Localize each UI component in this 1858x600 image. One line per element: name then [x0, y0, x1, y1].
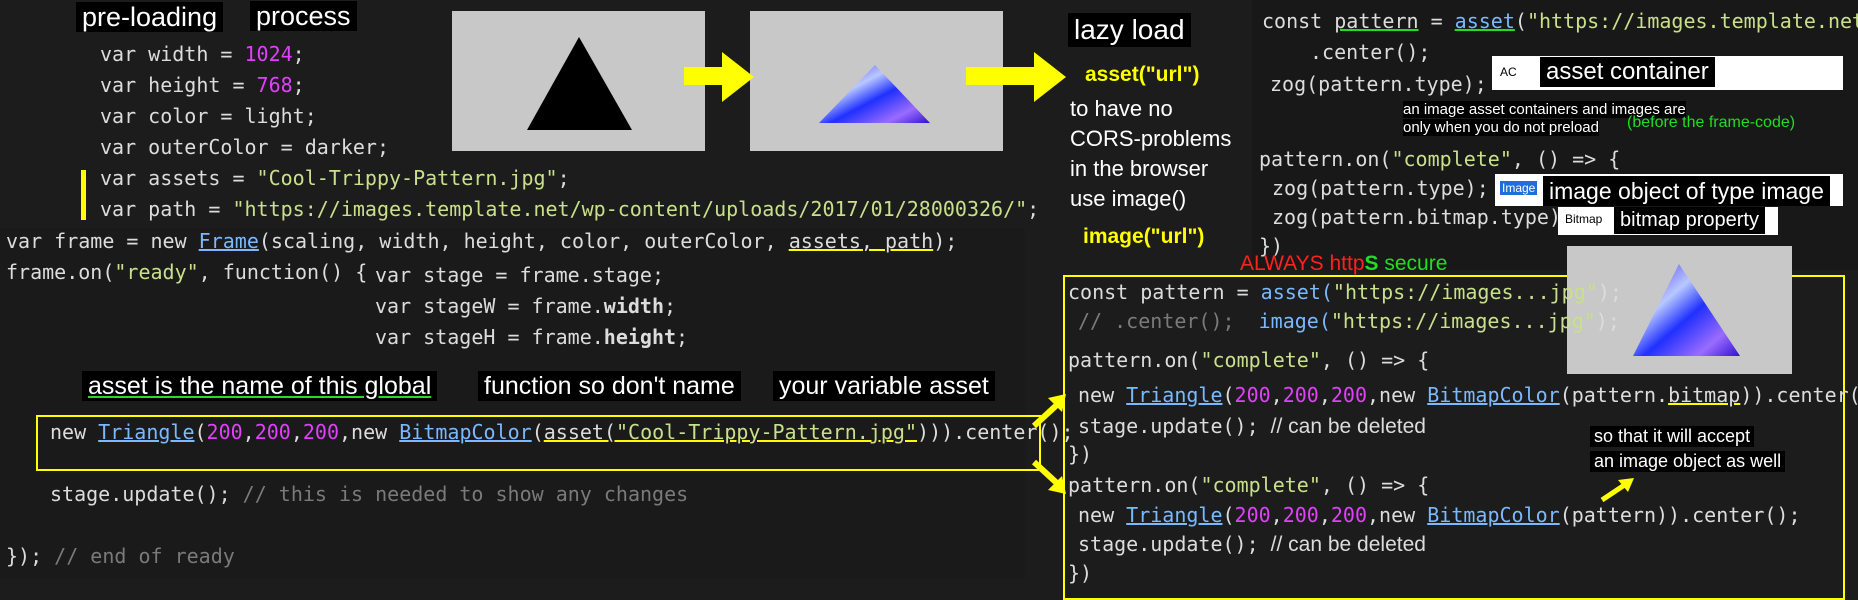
- ac-tag: AC: [1500, 65, 1517, 79]
- no-cors-text-3: in the browser: [1070, 156, 1209, 181]
- code-width: var width = 1024;: [100, 42, 305, 66]
- arrow-right-icon: [966, 52, 1066, 102]
- code-outer-color: var outerColor = darker;: [100, 135, 389, 159]
- rcode-line2: .center();: [1310, 40, 1431, 64]
- arrow-right-icon: [684, 52, 754, 102]
- rcode-line4: pattern.on("complete", () => {: [1259, 147, 1621, 171]
- black-triangle-image: [452, 11, 705, 151]
- triangle-shape: [527, 37, 632, 130]
- code-assets: var assets = "Cool-Trippy-Pattern.jpg";: [100, 166, 570, 190]
- your-variable-label: your variable asset: [773, 371, 995, 401]
- function-label: function so don't name: [478, 371, 741, 401]
- lcode-line9: stage.update(); // can be deleted: [1078, 532, 1426, 556]
- code-color: var color = light;: [100, 104, 317, 128]
- lcode-line5: stage.update(); // can be deleted: [1078, 414, 1426, 438]
- image-tag: Image: [1500, 181, 1538, 195]
- code-end: }); // end of ready: [6, 544, 235, 568]
- bitmap-tag: Bitmap: [1565, 212, 1603, 226]
- rcode-line3: zog(pattern.type);: [1270, 72, 1487, 96]
- arrow-up-right-icon: [1031, 394, 1066, 429]
- always-https-note: ALWAYS httpS secure: [1240, 252, 1448, 275]
- image-url-label: image("url"): [1083, 225, 1205, 248]
- asset-url-label: asset("url"): [1085, 63, 1200, 86]
- code-update: stage.update(); // this is needed to sho…: [50, 482, 689, 506]
- arrow-up-right-icon: [1600, 478, 1634, 503]
- code-path: var path = "https://images.template.net/…: [100, 197, 1040, 221]
- code-stagew: var stageW = frame.width;: [375, 294, 677, 318]
- rcode-line6: zog(pattern.bitmap.type);: [1272, 205, 1574, 229]
- lcode-line7: pattern.on("complete", () => {: [1068, 473, 1430, 497]
- asset-container-label: asset container: [1540, 57, 1715, 87]
- lcode-line1: const pattern = asset("https://images...…: [1068, 280, 1622, 304]
- code-triangle: new Triangle(200,200,200,new BitmapColor…: [50, 420, 1074, 444]
- lcode-line10: }): [1068, 561, 1093, 585]
- preloading-label: pre-loading: [76, 2, 224, 32]
- assets-marker: [81, 170, 86, 220]
- code-stage: var stage = frame.stage;: [375, 263, 664, 287]
- code-stageh: var stageH = frame.height;: [375, 325, 689, 349]
- lazy-load-label: lazy load: [1068, 13, 1191, 47]
- accept-note-2: an image object as well: [1590, 451, 1786, 472]
- lcode-line2: // .center(); image("https://images...jp…: [1078, 309, 1620, 333]
- no-cors-text-2: CORS-problems: [1070, 126, 1232, 151]
- no-cors-text-1: to have no: [1070, 96, 1173, 121]
- image-object-label: image object of type image: [1543, 176, 1830, 206]
- bitmap-property-label: bitmap property: [1614, 207, 1765, 234]
- no-cors-text-4: use image(): [1070, 186, 1187, 211]
- code-height: var height = 768;: [100, 73, 305, 97]
- accept-note-1: so that it will accept: [1590, 426, 1755, 447]
- before-frame-note: (before the frame-code): [1627, 114, 1796, 131]
- lcode-line3: pattern.on("complete", () => {: [1068, 348, 1430, 372]
- process-label: process: [250, 1, 357, 31]
- lcode-line4: new Triangle(200,200,200,new BitmapColor…: [1078, 383, 1858, 407]
- rcode-line1: const pattern = asset("https://images.te…: [1262, 9, 1858, 33]
- lcode-line8: new Triangle(200,200,200,new BitmapColor…: [1078, 503, 1801, 527]
- asset-global-label: asset is the name of this global: [82, 371, 438, 401]
- lcode-line6: }): [1068, 442, 1093, 466]
- code-ready: frame.on("ready", function() {: [6, 260, 368, 284]
- rcode-line5: zog(pattern.type);: [1272, 176, 1489, 200]
- code-frame: var frame = new Frame(scaling, width, he…: [6, 229, 958, 253]
- container-note-2: only when you do not preload: [1403, 119, 1599, 136]
- arrow-down-right-icon: [1031, 459, 1066, 494]
